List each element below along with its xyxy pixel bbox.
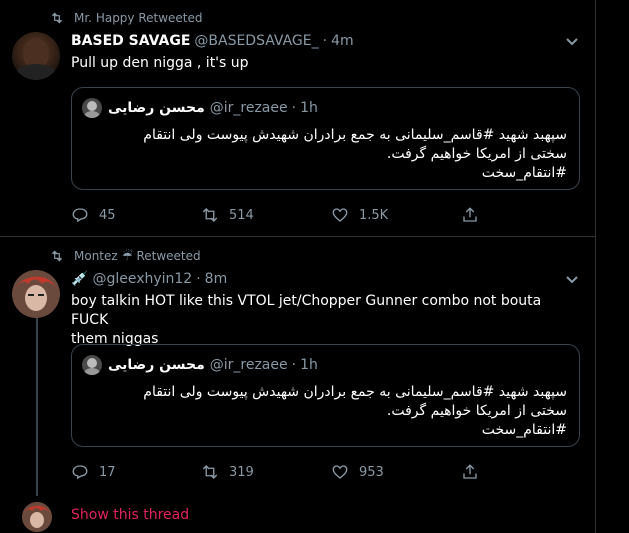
quoted-text-line: سختی از امریکا خواهیم گرفت. — [386, 403, 567, 419]
avatar[interactable] — [12, 32, 60, 80]
avatar-image-icon — [12, 270, 60, 318]
separator-dot: · — [322, 33, 328, 49]
like-count: 953 — [359, 464, 384, 480]
tweet-1[interactable]: Mr. Happy Retweeted BASED SAVAGE @BASEDS… — [0, 0, 595, 237]
tweet-actions: 45 514 1.5K — [71, 206, 591, 224]
quoted-time: 1h — [300, 100, 318, 116]
retweet-icon — [202, 465, 218, 479]
reply-count: 17 — [99, 464, 116, 480]
share-button[interactable] — [461, 206, 591, 224]
quoted-author-name: محسن رضایی — [108, 357, 205, 373]
share-button[interactable] — [461, 463, 591, 481]
separator-dot: · — [291, 100, 297, 116]
reply-button[interactable]: 17 — [71, 463, 201, 481]
reply-icon — [72, 465, 88, 480]
quoted-text: سپهبد شهید #قاسم_سلیمانی به جمع برادران … — [143, 126, 567, 183]
tweet-text: boy talkin HOT like this VTOL jet/Choppe… — [71, 292, 576, 349]
quoted-avatar — [82, 98, 102, 118]
retweet-context: Mr. Happy Retweeted — [50, 11, 203, 25]
share-icon — [463, 207, 477, 222]
tweet-text: Pull up den nigga , it's up — [71, 55, 249, 71]
author-name[interactable]: BASED SAVAGE — [71, 33, 190, 49]
retweet-icon — [51, 12, 63, 24]
tweet-time[interactable]: 4m — [331, 33, 354, 49]
tweet-text-line: boy talkin HOT like this VTOL jet/Choppe… — [71, 293, 542, 328]
like-button[interactable]: 1.5K — [331, 206, 461, 224]
quoted-avatar — [82, 355, 102, 375]
tweet-header: 💉 @gleexhyin12 · 8m — [71, 271, 227, 287]
tweet-2[interactable]: Montez ☔ Retweeted 💉 @gleexhyin12 · 8m b… — [0, 237, 595, 497]
author-emoji[interactable]: 💉 — [71, 271, 88, 287]
tweet-header: BASED SAVAGE @BASEDSAVAGE_ · 4m — [71, 33, 354, 49]
quoted-text-line: سپهبد شهید #قاسم_سلیمانی به جمع برادران … — [143, 127, 567, 143]
like-button[interactable]: 953 — [331, 463, 461, 481]
retweet-count: 514 — [229, 207, 254, 223]
show-thread-link[interactable]: Show this thread — [71, 507, 189, 523]
retweet-button[interactable]: 319 — [201, 463, 331, 481]
quoted-author-name: محسن رضایی — [108, 100, 205, 116]
thread-avatar[interactable] — [22, 502, 52, 532]
author-handle[interactable]: @gleexhyin12 — [92, 271, 192, 287]
retweeter-link[interactable]: Montez — [74, 249, 118, 263]
retweet-button[interactable]: 514 — [201, 206, 331, 224]
retweet-icon — [202, 208, 218, 222]
quoted-time: 1h — [300, 357, 318, 373]
separator-dot: · — [291, 357, 297, 373]
retweeter-link[interactable]: Mr. Happy Retweeted — [74, 11, 203, 25]
share-icon — [463, 464, 477, 479]
tweet-time[interactable]: 8m — [205, 271, 228, 287]
quoted-tweet[interactable]: محسن رضایی @ir_rezaee · 1h سپهبد شهید #ق… — [71, 344, 580, 447]
retweet-context: Montez ☔ Retweeted — [50, 249, 201, 263]
like-count: 1.5K — [359, 207, 389, 223]
avatar-image-icon — [16, 38, 56, 80]
quoted-text: سپهبد شهید #قاسم_سلیمانی به جمع برادران … — [143, 383, 567, 440]
quoted-tweet-header: محسن رضایی @ir_rezaee · 1h — [82, 355, 318, 375]
avatar[interactable] — [12, 270, 60, 318]
retweet-icon — [51, 250, 63, 262]
quoted-text-line: #انتقام_سخت — [481, 422, 567, 438]
quoted-author-handle: @ir_rezaee — [209, 357, 288, 373]
retweet-count: 319 — [229, 464, 254, 480]
quoted-author-handle: @ir_rezaee — [209, 100, 288, 116]
quoted-avatar-image-icon — [84, 358, 100, 375]
umbrella-emoji: ☔ — [121, 249, 133, 263]
chevron-down-icon[interactable] — [565, 37, 579, 47]
quoted-tweet[interactable]: محسن رضایی @ir_rezaee · 1h سپهبد شهید #ق… — [71, 87, 580, 190]
column-border — [595, 0, 596, 533]
heart-icon — [332, 465, 348, 479]
author-handle[interactable]: @BASEDSAVAGE_ — [194, 33, 318, 49]
reply-count: 45 — [99, 207, 116, 223]
chevron-down-icon[interactable] — [565, 275, 579, 285]
quoted-text-line: سختی از امریکا خواهیم گرفت. — [386, 146, 567, 162]
quoted-tweet-header: محسن رضایی @ir_rezaee · 1h — [82, 98, 318, 118]
reply-button[interactable]: 45 — [71, 206, 201, 224]
avatar-image-icon — [22, 502, 52, 532]
heart-icon — [332, 208, 348, 222]
reply-icon — [72, 208, 88, 223]
quoted-text-line: #انتقام_سخت — [481, 165, 567, 181]
thread-connector-line — [36, 318, 38, 496]
quoted-text-line: سپهبد شهید #قاسم_سلیمانی به جمع برادران … — [143, 384, 567, 400]
quoted-avatar-image-icon — [84, 101, 100, 118]
separator-dot: · — [196, 271, 201, 287]
tweet-actions: 17 319 953 — [71, 463, 591, 481]
retweeted-suffix: Retweeted — [136, 249, 201, 263]
